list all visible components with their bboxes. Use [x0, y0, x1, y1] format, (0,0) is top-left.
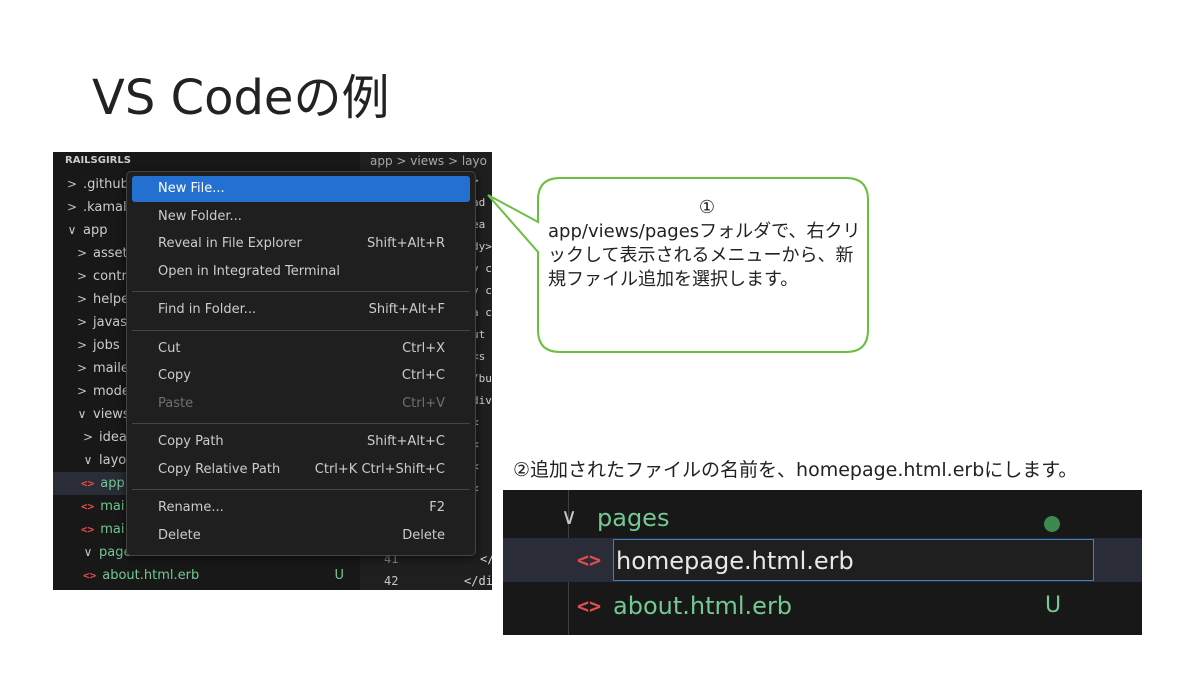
tree-file-about[interactable]: <> about.html.erb U	[503, 584, 1142, 628]
rename-screenshot: ∨ pages <> homepage.html.erb <> about.ht…	[503, 490, 1142, 635]
callout-number: ①	[698, 197, 716, 218]
html-file-icon: <>	[577, 548, 602, 572]
html-file-icon: <>	[577, 594, 602, 618]
step2-caption: ②追加されたファイルの名前を、homepage.html.erbにします。	[513, 459, 1078, 481]
callout-body: app/views/pagesフォルダで、右クリックして表示されるメニューから、…	[548, 221, 861, 290]
tree-folder-pages[interactable]: ∨ pages	[503, 496, 1142, 540]
file-label: about.html.erb	[613, 592, 793, 620]
untracked-badge: U	[1045, 593, 1062, 618]
folder-label: pages	[597, 504, 670, 532]
filename-input[interactable]: homepage.html.erb	[613, 539, 1094, 581]
chevron-down-icon: ∨	[561, 505, 578, 530]
modified-dot-icon	[1044, 516, 1060, 532]
callout-text-block: ① app/views/pagesフォルダで、右クリックして表示されるメニューか…	[548, 196, 866, 292]
